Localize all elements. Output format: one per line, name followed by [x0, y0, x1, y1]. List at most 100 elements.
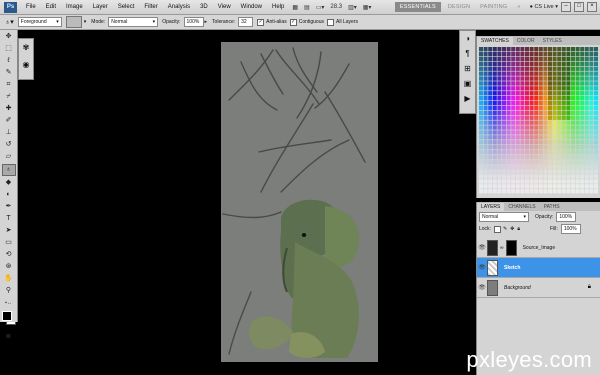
swatch-cell[interactable]: [552, 66, 557, 71]
swatch-cell[interactable]: [479, 159, 483, 164]
swatch-cell[interactable]: [492, 86, 497, 91]
swatch-cell[interactable]: [580, 174, 585, 179]
swatch-cell[interactable]: [492, 184, 497, 189]
swatch-cell[interactable]: [479, 115, 483, 120]
quick-mask-icon[interactable]: ◙: [3, 332, 15, 342]
swatch-cell[interactable]: [571, 184, 575, 189]
opacity-field[interactable]: 100%: [183, 17, 204, 27]
swatch-cell[interactable]: [492, 145, 497, 150]
swatch-cell[interactable]: [584, 96, 589, 101]
swatch-cell[interactable]: [525, 91, 529, 96]
swatch-cell[interactable]: [534, 47, 539, 52]
swatch-cell[interactable]: [561, 145, 566, 150]
swatch-cell[interactable]: [506, 135, 511, 140]
menu-image[interactable]: Image: [61, 4, 88, 10]
swatch-cell[interactable]: [561, 125, 566, 130]
swatch-cell[interactable]: [511, 47, 516, 52]
swatch-cell[interactable]: [525, 174, 529, 179]
swatch-cell[interactable]: [506, 71, 511, 76]
swatch-cell[interactable]: [543, 159, 548, 164]
swatch-cell[interactable]: [548, 66, 552, 71]
swatch-cell[interactable]: [529, 71, 534, 76]
swatch-cell[interactable]: [525, 47, 529, 52]
swatch-cell[interactable]: [543, 76, 548, 81]
swatch-cell[interactable]: [492, 47, 497, 52]
swatch-cell[interactable]: [571, 145, 575, 150]
swatch-cell[interactable]: [589, 47, 594, 52]
swatch-cell[interactable]: [479, 164, 483, 169]
swatch-cell[interactable]: [534, 145, 539, 150]
swatch-cell[interactable]: [543, 120, 548, 125]
swatch-cell[interactable]: [566, 189, 571, 194]
swatch-cell[interactable]: [575, 61, 580, 66]
swatch-cell[interactable]: [571, 154, 575, 160]
swatch-cell[interactable]: [548, 125, 552, 130]
swatch-cell[interactable]: [488, 189, 493, 194]
swatch-cell[interactable]: [520, 145, 525, 150]
swatch-cell[interactable]: [538, 86, 543, 91]
swatch-cell[interactable]: [488, 66, 493, 71]
swatch-cell[interactable]: [538, 164, 543, 169]
swatch-cell[interactable]: [543, 115, 548, 120]
swatch-cell[interactable]: [575, 86, 580, 91]
swatch-cell[interactable]: [506, 110, 511, 115]
swatch-cell[interactable]: [548, 189, 552, 194]
swatch-cell[interactable]: [515, 115, 520, 120]
swatch-cell[interactable]: [557, 96, 562, 101]
swatch-cell[interactable]: [594, 174, 598, 179]
swatch-cell[interactable]: [511, 159, 516, 164]
swatch-cell[interactable]: [584, 154, 589, 160]
swatch-cell[interactable]: [488, 51, 493, 57]
swatch-cell[interactable]: [561, 169, 566, 174]
swatch-cell[interactable]: [575, 66, 580, 71]
swatch-cell[interactable]: [580, 105, 585, 111]
swatch-cell[interactable]: [520, 91, 525, 96]
swatch-cell[interactable]: [571, 47, 575, 52]
swatch-cell[interactable]: [557, 61, 562, 66]
swatch-cell[interactable]: [538, 125, 543, 130]
swatch-cell[interactable]: [502, 125, 506, 130]
swatch-cell[interactable]: [488, 125, 493, 130]
swatch-cell[interactable]: [479, 174, 483, 179]
swatch-cell[interactable]: [488, 110, 493, 115]
lasso-tool-icon[interactable]: ℓ: [3, 56, 15, 66]
swatch-cell[interactable]: [483, 110, 488, 115]
swatch-cell[interactable]: [529, 100, 534, 106]
swatch-cell[interactable]: [483, 76, 488, 81]
swatch-cell[interactable]: [571, 130, 575, 135]
clone-stamp-tool-icon[interactable]: ⊥: [3, 128, 15, 138]
swatch-cell[interactable]: [561, 96, 566, 101]
swatch-cell[interactable]: [488, 56, 493, 62]
swatch-cell[interactable]: [557, 110, 562, 115]
swatch-cell[interactable]: [571, 105, 575, 111]
swatch-cell[interactable]: [552, 184, 557, 189]
swatch-cell[interactable]: [511, 71, 516, 76]
menu-file[interactable]: File: [21, 4, 41, 10]
foreground-color-swatch[interactable]: [2, 311, 12, 321]
swatch-cell[interactable]: [520, 125, 525, 130]
swatch-cell[interactable]: [488, 164, 493, 169]
swatch-cell[interactable]: [479, 145, 483, 150]
swatch-cell[interactable]: [492, 159, 497, 164]
swatch-cell[interactable]: [511, 51, 516, 57]
swatch-cell[interactable]: [543, 61, 548, 66]
swatch-cell[interactable]: [566, 145, 571, 150]
swatch-cell[interactable]: [571, 125, 575, 130]
swatch-cell[interactable]: [515, 81, 520, 86]
swatch-cell[interactable]: [506, 61, 511, 66]
swatch-cell[interactable]: [479, 120, 483, 125]
swatch-cell[interactable]: [580, 120, 585, 125]
swatch-cell[interactable]: [525, 120, 529, 125]
swatch-cell[interactable]: [488, 91, 493, 96]
swatch-cell[interactable]: [594, 179, 598, 184]
swatch-cell[interactable]: [534, 135, 539, 140]
swatch-cell[interactable]: [497, 145, 502, 150]
swatch-cell[interactable]: [566, 140, 571, 145]
swatch-cell[interactable]: [515, 105, 520, 111]
swatch-cell[interactable]: [538, 96, 543, 101]
quick-select-tool-icon[interactable]: ✎: [3, 68, 15, 78]
layer-row-sketch[interactable]: 👁︎ Sketch: [477, 258, 600, 278]
swatch-cell[interactable]: [520, 164, 525, 169]
swatch-cell[interactable]: [594, 159, 598, 164]
swatch-cell[interactable]: [515, 66, 520, 71]
